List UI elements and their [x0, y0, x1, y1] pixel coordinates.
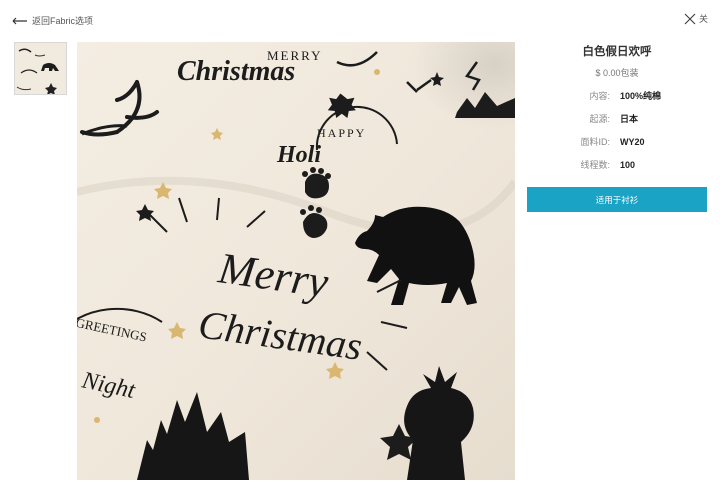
spec-value: 日本: [620, 114, 639, 124]
fabric-thumbnail[interactable]: [14, 42, 67, 95]
fabric-print-artwork: MERRY Christmas HAPPY Holi Merry Christm…: [77, 42, 515, 480]
spec-value: 100%纯棉: [620, 91, 662, 101]
top-bar: 返回Fabric选项 关: [0, 0, 720, 40]
product-panel: 白色假日欢呼 $ 0.00包装 内容: 100%纯棉 起源: 日本 面料ID: …: [526, 42, 708, 212]
product-title: 白色假日欢呼: [582, 46, 652, 58]
close-label: 关: [698, 14, 708, 24]
spec-row-thread-count: 线程数: 100: [526, 159, 708, 171]
fabric-thumbnail-image: [15, 43, 66, 94]
back-link-label: 返回Fabric选项: [32, 16, 94, 26]
spec-row-fabric-id: 面料ID: WY20: [526, 136, 708, 148]
print-text-happy: HAPPY: [317, 126, 366, 140]
arrow-left-icon: [12, 17, 27, 24]
print-text-christmas-top: Christmas: [177, 56, 295, 87]
print-text-holi: Holi: [276, 142, 321, 168]
product-price: $ 0.00包装: [595, 68, 639, 78]
spec-row-content: 内容: 100%纯棉: [526, 90, 708, 102]
apply-to-shirt-button[interactable]: 适用于衬衫: [527, 187, 707, 212]
spec-label: 内容:: [589, 91, 610, 101]
spec-row-origin: 起源: 日本: [526, 113, 708, 125]
close-x-icon: [684, 13, 696, 24]
spec-label: 线程数:: [580, 160, 610, 170]
spec-label: 起源:: [589, 114, 610, 124]
back-to-fabric-options-link[interactable]: 返回Fabric选项: [12, 14, 93, 27]
close-button[interactable]: 关: [684, 12, 708, 25]
spec-value: 100: [620, 160, 636, 170]
spec-value: WY20: [620, 137, 645, 147]
spec-label: 面料ID:: [580, 137, 610, 147]
fabric-main-image: MERRY Christmas HAPPY Holi Merry Christm…: [77, 42, 515, 480]
